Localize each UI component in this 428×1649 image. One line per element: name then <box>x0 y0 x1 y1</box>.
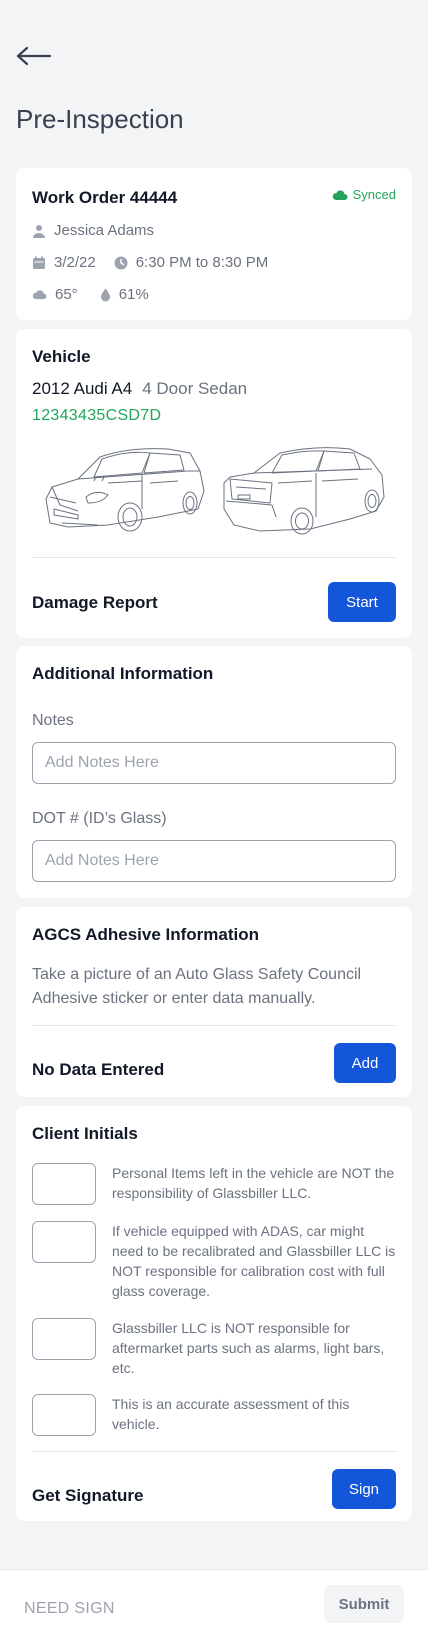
humidity-value: 61% <box>118 286 149 303</box>
agcs-status-label: No Data Entered <box>32 1060 165 1079</box>
initials-box-adas[interactable] <box>32 1221 96 1263</box>
work-order-card: Work Order 44444 Synced Jessica Adams 3/… <box>16 168 412 320</box>
agcs-description: Take a picture of an Auto Glass Safety C… <box>32 966 362 1007</box>
arrow-left-icon <box>16 46 52 66</box>
schedule-row: 3/2/22 6:30 PM to 8:30 PM <box>32 254 268 271</box>
initials-text-personal-items: Personal Items left in the vehicle are N… <box>112 1165 395 1201</box>
customer-row: Jessica Adams <box>32 222 154 239</box>
initials-text-aftermarket: Glassbiller LLC is NOT responsible for a… <box>112 1320 385 1376</box>
car-rear-view <box>220 439 392 544</box>
dot-label: DOT # (ID’s Glass) <box>32 810 167 827</box>
notes-label: Notes <box>32 712 74 729</box>
notes-input[interactable] <box>32 742 396 784</box>
cloud-icon <box>332 189 348 201</box>
additional-info-title: Additional Information <box>32 664 214 683</box>
time-value: 6:30 PM to 8:30 PM <box>135 254 269 271</box>
calendar-icon <box>32 256 46 270</box>
temperature-value: 65° <box>55 286 78 303</box>
clock-icon <box>114 256 128 270</box>
weather-row: 65° 61% <box>32 286 149 303</box>
initials-box-assessment[interactable] <box>32 1394 96 1436</box>
client-initials-title: Client Initials <box>32 1124 138 1143</box>
sync-status-label: Synced <box>352 187 396 202</box>
sign-button[interactable]: Sign <box>332 1469 396 1509</box>
customer-name: Jessica Adams <box>54 222 155 239</box>
divider <box>32 1451 396 1452</box>
cloud-icon <box>32 289 47 300</box>
vehicle-title: Vehicle <box>32 347 91 366</box>
start-damage-report-button[interactable]: Start <box>328 582 396 622</box>
sync-status-badge: Synced <box>332 187 396 202</box>
person-icon <box>32 224 46 238</box>
vehicle-card: Vehicle 2012 Audi A4 4 Door Sedan 1234343… <box>16 329 412 638</box>
work-order-title: Work Order 44444 <box>32 188 178 207</box>
droplet-icon <box>100 288 111 302</box>
vehicle-body-type: 4 Door Sedan <box>142 379 248 398</box>
page-title: Pre-Inspection <box>16 104 184 134</box>
dot-input[interactable] <box>32 840 396 882</box>
vin-number: 12343435CSD7D <box>32 407 162 424</box>
initials-text-assessment: This is an accurate assessment of this v… <box>112 1396 350 1432</box>
initials-text-adas: If vehicle equipped with ADAS, car might… <box>112 1223 396 1299</box>
vehicle-description: 2012 Audi A4 4 Door Sedan <box>32 379 247 399</box>
initials-box-personal-items[interactable] <box>32 1163 96 1205</box>
back-button[interactable] <box>16 40 56 72</box>
damage-report-label: Damage Report <box>32 593 158 612</box>
initials-box-aftermarket[interactable] <box>32 1318 96 1360</box>
agcs-card: AGCS Adhesive Information Take a picture… <box>16 907 412 1097</box>
add-agcs-button[interactable]: Add <box>334 1043 396 1083</box>
footer-bar: NEED SIGN Submit <box>0 1569 428 1649</box>
footer-status: NEED SIGN <box>24 1600 115 1617</box>
divider <box>32 1025 396 1026</box>
additional-info-card: Additional Information Notes DOT # (ID’s… <box>16 646 412 898</box>
date-value: 3/2/22 <box>54 254 96 271</box>
divider <box>32 557 396 558</box>
submit-button[interactable]: Submit <box>324 1585 404 1623</box>
agcs-title: AGCS Adhesive Information <box>32 925 260 944</box>
client-initials-card: Client Initials Personal Items left in t… <box>16 1106 412 1521</box>
get-signature-label: Get Signature <box>32 1486 144 1505</box>
car-front-view <box>38 439 210 544</box>
vehicle-name: 2012 Audi A4 <box>32 379 133 398</box>
